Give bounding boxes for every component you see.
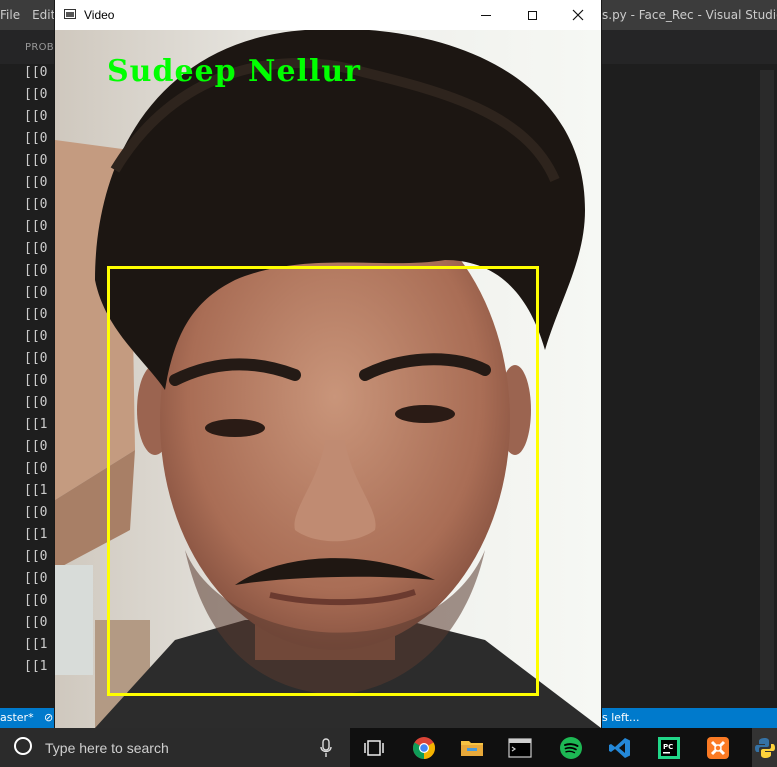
- terminal-line: [[0: [24, 197, 48, 212]
- terminal-line: [[0: [24, 461, 48, 476]
- vscode-window-title: s.py - Face_Rec - Visual Studio Co: [602, 8, 777, 22]
- face-detection-box: [107, 266, 539, 696]
- maximize-icon: [527, 10, 537, 20]
- terminal-line: [[0: [24, 87, 48, 102]
- terminal-line: [[0: [24, 351, 48, 366]
- terminal-line: [[0: [24, 505, 48, 520]
- terminal-line: [[0: [24, 615, 48, 630]
- terminal-line: [[0: [24, 593, 48, 608]
- chrome-icon[interactable]: [410, 734, 438, 762]
- terminal-line: [[0: [24, 549, 48, 564]
- close-icon: [572, 9, 584, 21]
- detected-face-name: Sudeep Nellur: [107, 54, 361, 89]
- terminal-line: [[0: [24, 307, 48, 322]
- terminal-line: [[0: [24, 395, 48, 410]
- terminal-line: [[1: [24, 417, 48, 432]
- search-icon: [14, 737, 32, 755]
- spotify-icon[interactable]: [557, 734, 585, 762]
- minimize-button[interactable]: [463, 0, 509, 30]
- menu-file[interactable]: File: [0, 8, 20, 22]
- maximize-button[interactable]: [509, 0, 555, 30]
- status-message: s left...: [602, 711, 640, 724]
- terminal-lines: [[0 [[0 [[0 [[0 [[0 [[0 [[0 [[0 [[0 [[0 [[0 [[0 [[0 […: [24, 64, 47, 680]
- terminal-line: [[0: [24, 571, 48, 586]
- terminal-line: [[0: [24, 175, 48, 190]
- task-view-icon[interactable]: [360, 734, 388, 762]
- terminal-line: [[0: [24, 153, 48, 168]
- taskbar-search[interactable]: Type here to search: [0, 728, 350, 767]
- terminal-line: [[0: [24, 439, 48, 454]
- terminal-line: [[1: [24, 659, 48, 674]
- terminal-line: [[0: [24, 263, 48, 278]
- pycharm-icon[interactable]: PC: [655, 734, 683, 762]
- status-branch[interactable]: aster*: [0, 711, 34, 724]
- terminal-line: [[1: [24, 527, 48, 542]
- terminal-line: [[0: [24, 285, 48, 300]
- webcam-frame: Sudeep Nellur: [55, 30, 601, 728]
- window-app-icon: [64, 9, 76, 19]
- terminal-line: [[0: [24, 65, 48, 80]
- terminal-line: [[0: [24, 109, 48, 124]
- terminal-line: [[0: [24, 329, 48, 344]
- svg-text:PC: PC: [663, 743, 673, 751]
- video-window-title: Video: [84, 8, 115, 22]
- terminal-line: [[0: [24, 241, 48, 256]
- terminal-icon[interactable]: [506, 734, 534, 762]
- microphone-icon[interactable]: [320, 738, 332, 758]
- status-sync-icon[interactable]: ⊘: [44, 711, 53, 724]
- close-button[interactable]: [555, 0, 601, 30]
- terminal-scrollbar[interactable]: [760, 70, 774, 690]
- terminal-line: [[1: [24, 637, 48, 652]
- menu-edit[interactable]: Edit: [32, 8, 55, 22]
- search-placeholder[interactable]: Type here to search: [45, 740, 169, 756]
- video-titlebar[interactable]: Video: [55, 0, 601, 30]
- terminal-line: [[1: [24, 483, 48, 498]
- terminal-line: [[0: [24, 373, 48, 388]
- python-icon[interactable]: [752, 728, 777, 767]
- video-window[interactable]: Video Sudeep Nellur: [55, 0, 601, 728]
- xampp-icon[interactable]: [704, 734, 732, 762]
- terminal-line: [[0: [24, 131, 48, 146]
- file-explorer-icon[interactable]: [458, 734, 486, 762]
- minimize-icon: [481, 14, 491, 16]
- windows-taskbar: Type here to search PC: [0, 728, 777, 767]
- terminal-line: [[0: [24, 219, 48, 234]
- terminal-right-area: [600, 64, 777, 704]
- vscode-icon[interactable]: [606, 734, 634, 762]
